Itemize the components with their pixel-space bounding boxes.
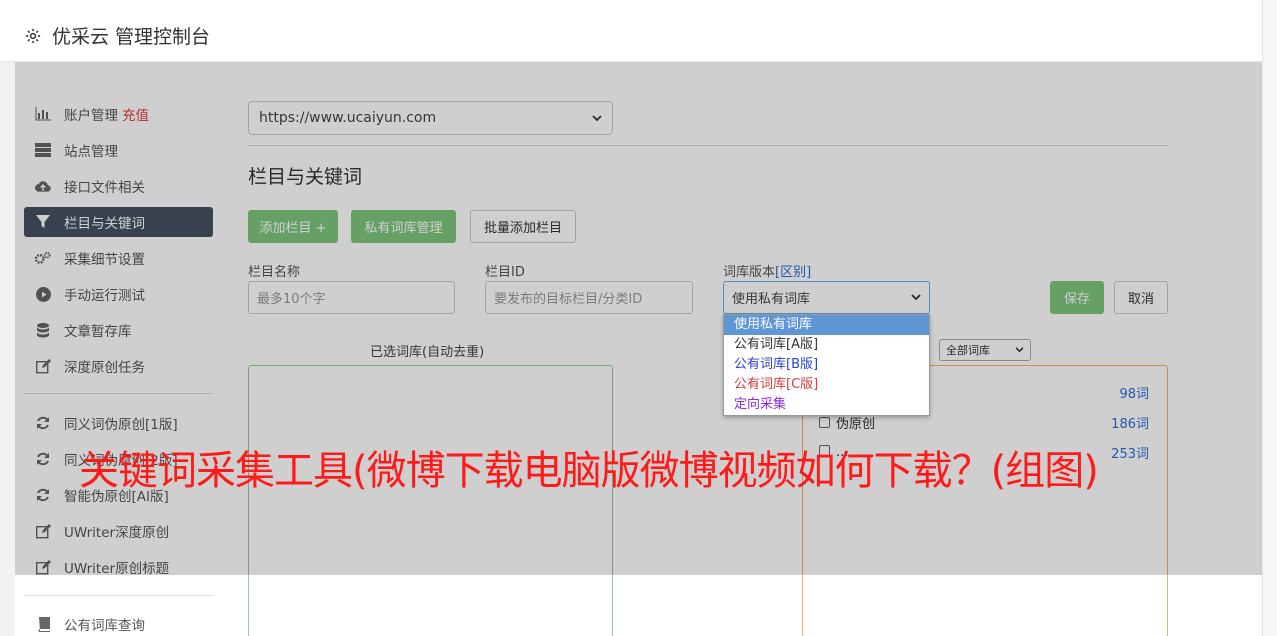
dropdown-option[interactable]: 使用私有词库 <box>724 315 929 335</box>
site-select[interactable]: https://www.ucaiyun.com <box>248 101 613 135</box>
server-icon <box>35 142 51 158</box>
content-canvas: 账户管理 充值 站点管理 接口文件相关 栏目与关键词 采集细节设置 手动运行测试… <box>15 62 1262 636</box>
sidebar-item-synonym-v1[interactable]: 同义词伪原创[1版] <box>24 408 213 438</box>
sidebar-item-label: 手动运行测试 <box>64 288 145 304</box>
chevron-down-icon <box>911 294 921 301</box>
overlay-caption: 关键词采集工具(微博下载电脑版微博视频如何下载？(组图) <box>79 448 1099 494</box>
sidebar-item-label: 深度原创任务 <box>64 360 145 376</box>
app-title-text: 优采云 管理控制台 <box>52 26 211 48</box>
cloud-upload-icon <box>35 178 51 194</box>
sidebar-item-deep-original[interactable]: 深度原创任务 <box>24 351 213 381</box>
sidebar-divider <box>24 595 213 596</box>
main-content: https://www.ucaiyun.com 栏目与关键词 添加栏目 + 私有… <box>248 62 1168 636</box>
sidebar-item-sites[interactable]: 站点管理 <box>24 135 213 165</box>
gears-icon <box>35 250 51 266</box>
refresh-icon <box>35 451 51 467</box>
app-title: 优采云 管理控制台 <box>24 22 210 49</box>
batch-add-column-button[interactable]: 批量添加栏目 <box>470 210 576 243</box>
sidebar-item-account[interactable]: 账户管理 充值 <box>24 99 213 129</box>
sidebar-item-interface[interactable]: 接口文件相关 <box>24 171 213 201</box>
chevron-down-icon <box>1015 347 1024 353</box>
private-lib-button[interactable]: 私有词库管理 <box>351 210 456 243</box>
database-icon <box>35 322 51 338</box>
checkbox[interactable] <box>819 416 830 428</box>
lib-version-select-value: 使用私有词库 <box>732 292 811 307</box>
filter-icon <box>35 214 51 230</box>
recharge-link[interactable]: 充值 <box>122 104 149 124</box>
sidebar-item-label: UWriter原创标题 <box>64 561 170 577</box>
play-circle-icon <box>35 286 51 302</box>
lib-filter-select-value: 全部词库 <box>946 344 990 357</box>
sidebar-item-label: 接口文件相关 <box>64 180 145 196</box>
sidebar-item-label: 站点管理 <box>64 144 118 160</box>
sidebar-item-label: UWriter深度原创 <box>64 525 170 541</box>
edit-icon <box>35 358 51 374</box>
selected-list-title: 已选词库(自动去重) <box>370 345 485 360</box>
vertical-scrollbar[interactable] <box>1262 0 1277 636</box>
sidebar-item-manual-run[interactable]: 手动运行测试 <box>24 279 213 309</box>
sidebar-item-label: 栏目与关键词 <box>64 216 145 232</box>
sidebar-item-article-store[interactable]: 文章暂存库 <box>24 315 213 345</box>
sidebar-item-collect-settings[interactable]: 采集细节设置 <box>24 243 213 273</box>
sidebar-divider <box>24 393 213 394</box>
sidebar-item-label: 公有词库查询 <box>64 618 145 634</box>
sidebar-item-label: 账户管理 <box>64 108 118 124</box>
divider <box>248 145 1168 146</box>
save-button[interactable]: 保存 <box>1050 281 1104 314</box>
dropdown-option[interactable]: 定向采集 <box>724 395 929 415</box>
sidebar-item-label: 采集细节设置 <box>64 252 145 268</box>
top-bar: 优采云 管理控制台 <box>0 0 1262 62</box>
lib-count: 186词 <box>1111 416 1149 432</box>
column-id-label: 栏目ID <box>485 265 525 280</box>
lib-filter-select[interactable]: 全部词库 <box>939 339 1031 361</box>
book-icon <box>35 616 51 632</box>
lib-version-label-text: 词库版本 <box>723 265 776 280</box>
bar-chart-icon <box>35 106 51 122</box>
refresh-icon <box>35 415 51 431</box>
add-column-button[interactable]: 添加栏目 + <box>248 210 338 243</box>
lib-version-diff-link[interactable]: [区别] <box>775 265 811 280</box>
sidebar-item-public-lib-query[interactable]: 公有词库查询 <box>24 609 213 636</box>
sidebar-item-label: 同义词伪原创[1版] <box>64 417 178 433</box>
refresh-icon <box>35 487 51 503</box>
lib-version-select[interactable]: 使用私有词库 <box>723 281 930 314</box>
edit-icon <box>35 559 51 575</box>
lib-count: 98词 <box>1119 386 1149 402</box>
sidebar-item-label: 文章暂存库 <box>64 324 132 340</box>
sidebar-item-columns-keywords[interactable]: 栏目与关键词 <box>24 207 213 237</box>
sidebar-item-uwriter-deep[interactable]: UWriter深度原创 <box>24 516 213 546</box>
column-name-label: 栏目名称 <box>248 265 301 280</box>
cancel-button[interactable]: 取消 <box>1114 281 1168 314</box>
dropdown-option[interactable]: 公有词库[C版] <box>724 375 929 395</box>
sidebar-item-uwriter-title[interactable]: UWriter原创标题 <box>24 552 213 582</box>
gear-icon[interactable] <box>24 27 42 45</box>
page-title: 栏目与关键词 <box>248 166 363 188</box>
site-select-value: https://www.ucaiyun.com <box>259 110 437 126</box>
dropdown-option[interactable]: 公有词库[A版] <box>724 335 929 355</box>
column-name-input[interactable]: 最多10个字 <box>248 281 455 314</box>
dropdown-option[interactable]: 公有词库[B版] <box>724 355 929 375</box>
lib-version-dropdown[interactable]: 使用私有词库 公有词库[A版] 公有词库[B版] 公有词库[C版] 定向采集 <box>723 314 930 416</box>
chevron-down-icon <box>592 114 602 122</box>
lib-name: 伪原创 <box>836 416 876 432</box>
edit-icon <box>35 523 51 539</box>
lib-version-label: 词库版本[区别] <box>723 261 811 280</box>
sidebar: 账户管理 充值 站点管理 接口文件相关 栏目与关键词 采集细节设置 手动运行测试… <box>15 62 225 636</box>
lib-count: 253词 <box>1111 446 1149 462</box>
column-id-input[interactable]: 要发布的目标栏目/分类ID <box>485 281 693 314</box>
selected-lib-panel[interactable] <box>248 365 613 636</box>
